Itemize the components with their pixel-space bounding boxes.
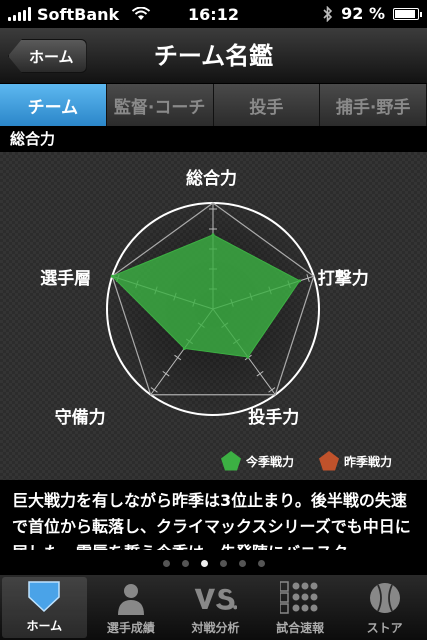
axis-label-pitching: 投手力 [248, 407, 300, 428]
legend-marker-last [319, 451, 339, 471]
bluetooth-icon [323, 5, 333, 22]
tabbar-home-label: ホーム [26, 619, 63, 633]
radar-chart-area: 総合力 打撃力 投手力 守備力 選手層 今季戦力 昨季戦力 [0, 152, 427, 480]
axis-label-batting: 打撃力 [317, 269, 369, 290]
legend-marker-current [221, 451, 241, 471]
battery-icon [393, 7, 422, 20]
team-description[interactable]: 巨大戦力を有しながら昨季は3位止まり。後半戦の失速で首位から転落し、クライマック… [0, 480, 427, 550]
tab-manager-coach[interactable]: 監督·コーチ [106, 84, 214, 126]
scoreboard-icon [278, 579, 322, 617]
radar-point-0-1 [298, 279, 302, 283]
radar-point-0-3 [182, 346, 186, 350]
page-indicator[interactable] [0, 553, 427, 573]
axis-label-defense: 守備力 [54, 407, 106, 428]
category-tabs: チーム 監督·コーチ 投手 捕手·野手 [0, 84, 427, 126]
status-bar: SoftBank 16:12 92 % [0, 0, 427, 28]
wifi-icon [132, 7, 151, 20]
tabbar-player-stats-label: 選手成績 [106, 621, 155, 635]
baseball-icon [363, 579, 407, 617]
signal-icon [8, 7, 31, 21]
tab-team[interactable]: チーム [0, 84, 107, 126]
home-icon [22, 577, 66, 615]
legend-current-season: 今季戦力 [220, 450, 294, 472]
player-icon [109, 579, 153, 617]
nav-bar: ホーム チーム名鑑 [0, 28, 427, 84]
tabbar-store-label: ストア [366, 621, 403, 635]
axis-label-overall: 総合力 [186, 169, 237, 189]
section-label: 総合力 [0, 126, 427, 152]
tabbar-store[interactable]: ストア [342, 575, 427, 640]
radar-chart [0, 152, 427, 480]
bottom-tab-bar: ホーム 選手成績 対戦分析 試合速報 ストア [0, 575, 427, 640]
tabbar-live-scores[interactable]: 試合速報 [258, 575, 343, 640]
tab-pitcher[interactable]: 投手 [213, 84, 321, 126]
battery-percent: 92 % [341, 4, 385, 23]
radar-point-0-0 [211, 233, 215, 237]
legend-label-current: 今季戦力 [246, 454, 295, 469]
page-dot[interactable] [238, 559, 246, 567]
legend-label-last: 昨季戦力 [344, 454, 393, 469]
radar-point-0-4 [110, 274, 114, 278]
radar-point-0-2 [246, 355, 250, 359]
tabbar-player-stats[interactable]: 選手成績 [89, 575, 174, 640]
page-dot[interactable] [219, 559, 227, 567]
tab-catcher-fielder[interactable]: 捕手·野手 [320, 84, 427, 126]
battery-fill [395, 9, 416, 18]
page-dot[interactable] [181, 559, 189, 567]
back-home-button[interactable]: ホーム [8, 39, 87, 73]
page-dot[interactable] [200, 559, 208, 567]
tabbar-home[interactable]: ホーム [2, 577, 87, 638]
page-dot[interactable] [257, 559, 265, 567]
status-left: SoftBank [8, 5, 158, 24]
tabbar-matchup-label: 対戦分析 [191, 621, 240, 635]
vs-icon [193, 579, 238, 617]
tabbar-live-scores-label: 試合速報 [276, 621, 325, 635]
legend-last-season: 昨季戦力 [318, 450, 392, 472]
carrier-name: SoftBank [37, 4, 120, 24]
tabbar-matchup[interactable]: 対戦分析 [173, 575, 258, 640]
axis-label-depth: 選手層 [40, 269, 92, 290]
page-dot[interactable] [162, 559, 170, 567]
status-right: 92 % [323, 4, 422, 23]
